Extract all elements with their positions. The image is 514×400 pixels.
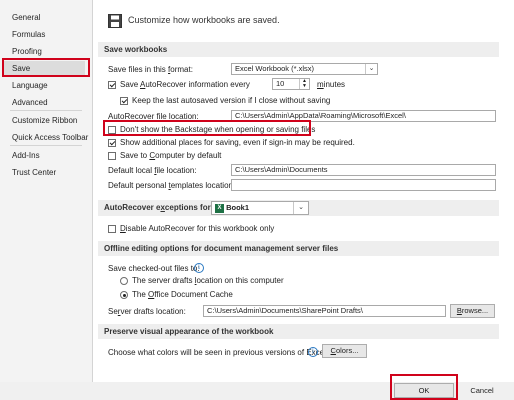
sidebar-item-language[interactable]: Language bbox=[12, 78, 48, 93]
disable-autorecover-checkbox[interactable] bbox=[108, 225, 116, 233]
dialog-footer: OK Cancel bbox=[0, 374, 514, 400]
sidebar-item-add-ins[interactable]: Add-Ins bbox=[12, 148, 40, 163]
save-format-value: Excel Workbook (*.xlsx) bbox=[235, 64, 315, 73]
sidebar-item-trust-center[interactable]: Trust Center bbox=[12, 165, 56, 180]
info-icon[interactable]: i bbox=[308, 347, 318, 357]
autorecover-checkbox[interactable] bbox=[108, 81, 116, 89]
save-format-label: Save files in this format: bbox=[108, 65, 193, 74]
sidebar-item-formulas[interactable]: Formulas bbox=[12, 27, 45, 42]
excel-options-dialog: General Formulas Proofing Save Language … bbox=[0, 0, 514, 400]
keep-last-autosaved-label: Keep the last autosaved version if I clo… bbox=[132, 96, 331, 105]
chevron-down-icon: ⌄ bbox=[365, 64, 377, 74]
spinner-arrows-icon[interactable]: ▲ ▼ bbox=[299, 79, 309, 89]
autorecover-exceptions-label: AutoRecover exceptions for: bbox=[104, 203, 214, 212]
info-icon[interactable]: i bbox=[194, 263, 204, 273]
cancel-button[interactable]: Cancel bbox=[462, 383, 502, 398]
sidebar-item-proofing[interactable]: Proofing bbox=[12, 44, 42, 59]
sidebar-divider bbox=[10, 110, 82, 111]
radio-office-document-cache[interactable] bbox=[120, 291, 128, 299]
checked-out-files-label: Save checked-out files to: bbox=[108, 264, 200, 273]
sidebar-divider bbox=[10, 145, 82, 146]
server-drafts-location-label: Server drafts location: bbox=[108, 307, 186, 316]
autorecover-minutes-value: 10 bbox=[276, 79, 285, 88]
save-format-dropdown[interactable]: Excel Workbook (*.xlsx) ⌄ bbox=[231, 63, 378, 75]
section-header-preserve-appearance: Preserve visual appearance of the workbo… bbox=[98, 324, 499, 339]
highlight-box-save bbox=[2, 58, 90, 77]
sidebar-item-quick-access-toolbar[interactable]: Quick Access Toolbar bbox=[12, 130, 88, 145]
section-header-save-workbooks: Save workbooks bbox=[98, 42, 499, 57]
save-to-computer-checkbox[interactable] bbox=[108, 152, 116, 160]
default-local-location-input[interactable]: C:\Users\Admin\Documents bbox=[231, 164, 496, 176]
office-document-cache-radio-label: The Office Document Cache bbox=[132, 290, 233, 299]
sidebar-item-general[interactable]: General bbox=[12, 10, 40, 25]
options-sidebar: General Formulas Proofing Save Language … bbox=[0, 0, 93, 382]
page-title: Customize how workbooks are saved. bbox=[128, 15, 280, 25]
autorecover-exceptions-value: Book1 bbox=[226, 203, 250, 212]
keep-last-autosaved-checkbox[interactable] bbox=[120, 97, 128, 105]
show-additional-places-checkbox[interactable] bbox=[108, 139, 116, 147]
default-templates-location-input[interactable] bbox=[231, 179, 496, 191]
autorecover-label: Save AutoRecover information every bbox=[120, 80, 250, 89]
autorecover-minutes-spinner[interactable]: 10 ▲ ▼ bbox=[272, 78, 310, 90]
sidebar-item-customize-ribbon[interactable]: Customize Ribbon bbox=[12, 113, 77, 128]
highlight-box-ok bbox=[390, 374, 458, 400]
choose-colors-label: Choose what colors will be seen in previ… bbox=[108, 348, 329, 357]
disable-autorecover-label: Disable AutoRecover for this workbook on… bbox=[120, 224, 275, 233]
excel-workbook-icon: X bbox=[215, 203, 224, 213]
server-drafts-radio-label: The server drafts location on this compu… bbox=[132, 276, 284, 285]
save-to-computer-label: Save to Computer by default bbox=[120, 151, 222, 160]
save-disk-icon bbox=[108, 14, 122, 28]
default-templates-location-label: Default personal templates location: bbox=[108, 181, 236, 190]
minutes-label: minutes bbox=[317, 80, 346, 89]
default-local-location-label: Default local file location: bbox=[108, 166, 197, 175]
server-drafts-location-input[interactable]: C:\Users\Admin\Documents\SharePoint Draf… bbox=[203, 305, 446, 317]
autorecover-exceptions-dropdown[interactable]: X Book1 ⌄ bbox=[211, 201, 309, 215]
browse-button[interactable]: Browse... bbox=[450, 304, 495, 318]
colors-button[interactable]: Colors... bbox=[322, 344, 367, 358]
sidebar-item-advanced[interactable]: Advanced bbox=[12, 95, 48, 110]
options-main-panel: Customize how workbooks are saved. Save … bbox=[93, 0, 514, 382]
radio-server-drafts[interactable] bbox=[120, 277, 128, 285]
show-additional-places-label: Show additional places for saving, even … bbox=[120, 138, 355, 147]
chevron-down-icon: ⌄ bbox=[293, 202, 308, 214]
highlight-box-backstage bbox=[103, 120, 311, 136]
section-header-offline-editing: Offline editing options for document man… bbox=[98, 241, 499, 256]
